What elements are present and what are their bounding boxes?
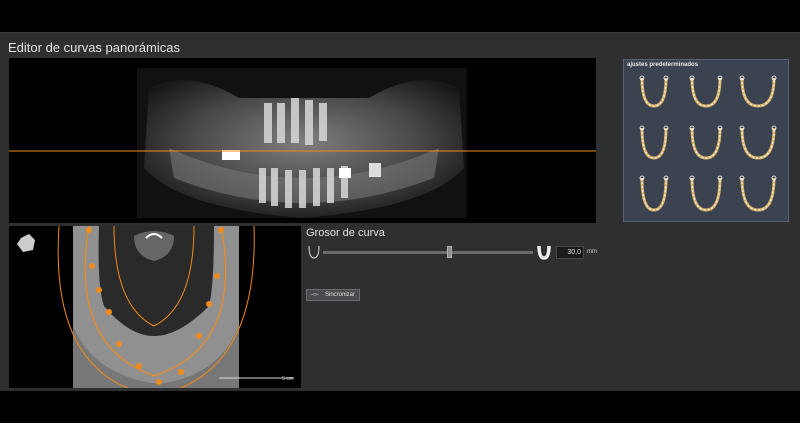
sync-button-label: Sincronizar <box>325 292 356 298</box>
thickness-label: Grosor de curva <box>306 227 385 239</box>
presets-panel: ajustes predeterminados <box>623 59 789 222</box>
preset-curve-7[interactable] <box>634 174 674 214</box>
dialog-title: Editor de curvas panorámicas <box>8 40 180 55</box>
scale-label: 5 cm <box>282 376 293 382</box>
orientation-head-icon <box>17 234 35 252</box>
preset-curve-5[interactable] <box>686 124 726 164</box>
preset-curve-1[interactable] <box>634 74 674 114</box>
sync-arrows-icon: -‹›- <box>311 292 319 298</box>
curve-editor-dialog: Editor de curvas panorámicas 5 cm ajuste… <box>0 32 800 391</box>
sync-button[interactable]: -‹›- Sincronizar <box>306 289 360 301</box>
preset-curve-6[interactable] <box>738 124 778 164</box>
preset-curve-3[interactable] <box>738 74 778 114</box>
axial-image <box>17 226 294 388</box>
preset-curve-2[interactable] <box>686 74 726 114</box>
panoramic-view[interactable] <box>9 58 596 223</box>
panoramic-image <box>9 68 596 218</box>
preset-curve-8[interactable] <box>686 174 726 214</box>
thickness-unit: mm <box>587 249 597 255</box>
thickness-slider-handle[interactable] <box>447 246 452 258</box>
axial-view[interactable]: 5 cm <box>9 226 301 388</box>
thickness-value-field[interactable]: 30,0 <box>556 246 584 259</box>
preset-curve-9[interactable] <box>738 174 778 214</box>
preset-curve-4[interactable] <box>634 124 674 164</box>
thin-curve-icon <box>308 245 320 259</box>
presets-title: ajustes predeterminados <box>627 62 699 68</box>
thickness-slider[interactable] <box>323 246 533 258</box>
thick-curve-icon <box>537 245 551 260</box>
